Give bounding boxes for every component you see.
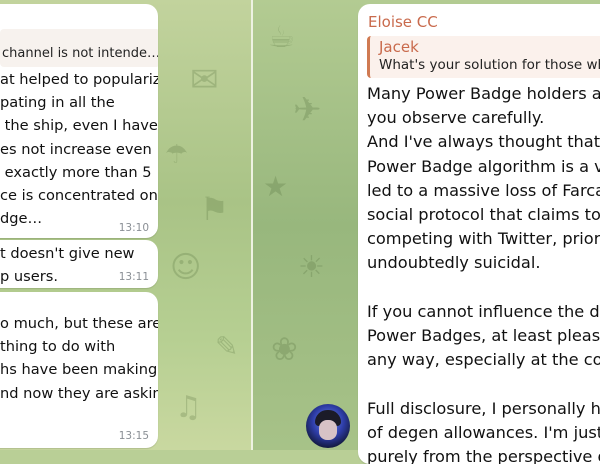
message-text: Many Power Badge holders are you observe… [367,84,600,464]
doodle-icon: ❀ [271,330,298,368]
message-bubble[interactable]: Eloise CC Jacek What's your solution for… [358,4,600,464]
sender-avatar[interactable] [306,404,350,448]
message-bubble[interactable]: o much, but these are thing to do with h… [0,292,158,448]
doodle-icon: ☀ [298,250,325,285]
doodle-icon: ⚑ [200,190,229,228]
quoted-reply-text: What's your solution for those whe [379,57,600,73]
doodle-icon: ✉ [190,60,219,100]
message-text: at helped to popularize pating in all th… [0,71,158,228]
message-timestamp: 13:11 [118,271,149,283]
quoted-reply-text: channel is not intende… [2,46,158,61]
message-text: o much, but these are thing to do with h… [0,315,158,402]
quoted-reply[interactable]: Jacek What's your solution for those whe [367,36,600,78]
doodle-icon: ☺ [170,250,202,285]
doodle-icon: ☂ [165,140,189,170]
quoted-reply[interactable]: channel is not intende… [0,29,158,67]
message-timestamp: 13:15 [118,430,149,442]
message-timestamp: 13:10 [118,222,149,234]
message-bubble[interactable]: t doesn't give new p users. 13:11 [0,240,158,288]
sender-name[interactable]: Eloise CC [368,13,438,31]
doodle-icon: ✈ [293,90,322,130]
doodle-icon: ☕ [268,20,295,55]
message-bubble[interactable]: channel is not intende… at helped to pop… [0,4,158,238]
doodle-icon: ✎ [215,330,239,363]
doodle-icon: ★ [263,170,289,203]
avatar-face [319,420,337,440]
quoted-reply-author: Jacek [379,38,419,56]
panel-divider [251,0,253,450]
doodle-icon: ♫ [175,390,202,425]
message-text: t doesn't give new p users. [0,245,135,286]
